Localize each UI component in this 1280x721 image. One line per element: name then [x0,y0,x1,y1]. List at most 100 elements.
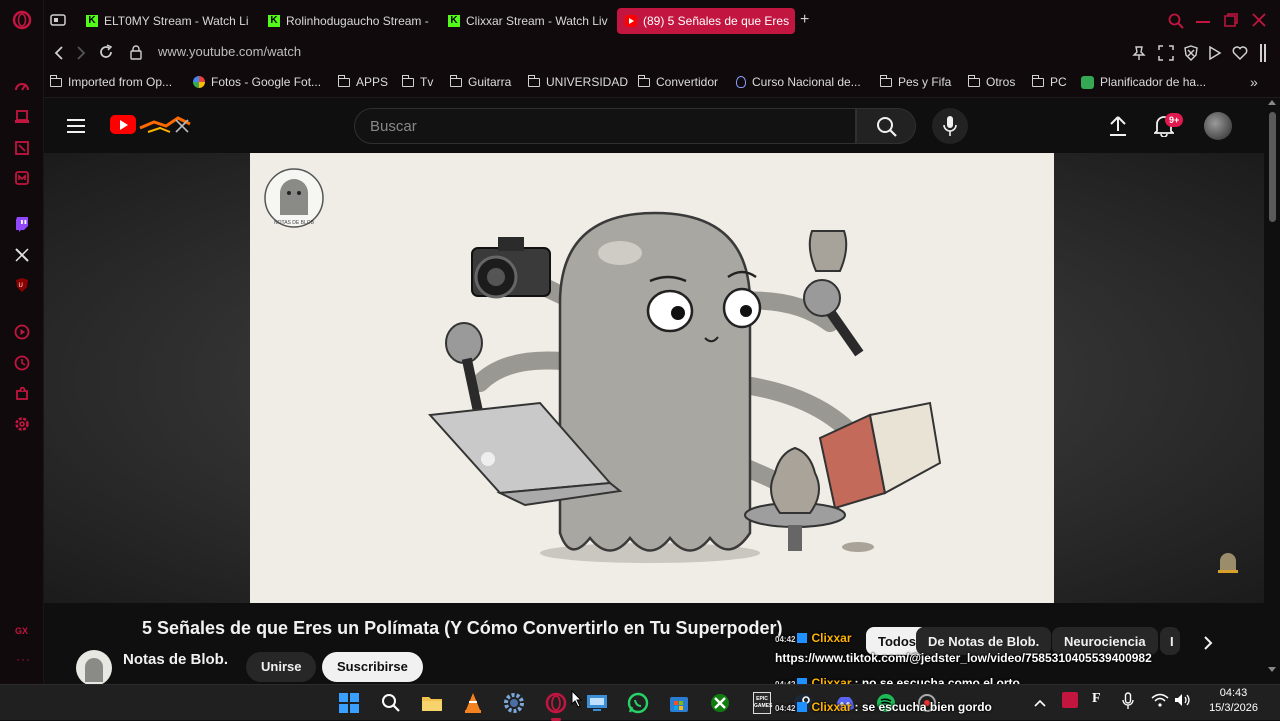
close-window-button[interactable] [1252,13,1266,32]
channel-avatar[interactable] [76,650,112,684]
channel-name[interactable]: Notas de Blob. [123,651,228,668]
tray-f-icon[interactable]: F [1092,691,1101,707]
tray-microphone-icon[interactable] [1122,692,1134,715]
browser-sidebar: U GX ··· [0,0,44,684]
wifi-icon[interactable] [1151,693,1169,712]
folder-icon [638,74,650,87]
subscribe-button[interactable]: Suscribirse [322,652,423,682]
remote-desktop-icon[interactable] [584,690,610,716]
folder-icon [338,74,350,87]
folder-icon [968,74,980,87]
tray-overflow-chevron-icon[interactable] [1034,695,1046,713]
tab-elt0my[interactable]: K ELT0MY Stream - Watch Li [78,8,250,34]
speed-limiter-icon[interactable] [12,76,32,96]
more-icon[interactable]: ··· [16,652,31,666]
opera-gx-taskbar-icon[interactable] [543,690,569,716]
lock-icon[interactable] [130,45,142,65]
bookmark-guitarra[interactable]: Guitarra [450,74,511,89]
settings-icon[interactable] [12,414,32,434]
easy-setup-icon[interactable] [1260,44,1266,62]
youtube-header: Buscar 9+ [44,98,1264,154]
address-bar: www.youtube.com/watch [44,40,1280,68]
page-scrollbar[interactable] [1264,98,1280,684]
chat-badge-icon [797,702,808,712]
folder-icon [450,74,462,87]
kick-icon: K [86,15,98,27]
player-arrow-icon[interactable] [1208,45,1222,65]
bookmark-convertidor[interactable]: Convertidor [638,74,718,89]
bookmark-otros[interactable]: Otros [968,74,1015,89]
maximize-button[interactable] [1224,13,1238,32]
history-icon[interactable] [12,353,32,373]
bookmark-apps[interactable]: APPS [338,74,388,89]
voice-search-button[interactable] [932,108,968,144]
file-explorer-icon[interactable] [419,690,445,716]
join-button[interactable]: Unirse [246,652,317,682]
microsoft-store-icon[interactable] [666,690,692,716]
chips-next-button[interactable] [1196,631,1220,655]
youtube-logo-icon[interactable] [110,115,136,134]
tab-youtube-active[interactable]: (89) 5 Señales de que Eres [617,8,795,34]
minimize-button[interactable] [1196,21,1210,23]
search-input[interactable]: Buscar [354,108,856,144]
epic-games-icon[interactable]: EPIC GAMES [749,690,775,716]
ublock-icon[interactable]: U [12,275,32,295]
new-tab-button[interactable]: + [800,11,809,29]
messenger-icon[interactable] [12,168,32,188]
search-icon [877,117,897,137]
xbox-icon[interactable] [707,690,733,716]
bookmark-curso-nacional[interactable]: Curso Nacional de... [736,75,861,89]
doodle-logo-icon[interactable] [138,114,194,141]
player-icon[interactable] [12,322,32,342]
search-button[interactable] [856,108,916,144]
extensions-icon[interactable] [12,384,32,404]
vlc-icon[interactable] [460,690,486,716]
gx-corner-icon[interactable] [12,107,32,127]
bookmark-universidad[interactable]: UNIVERSIDAD [528,74,628,89]
scroll-down-arrow-icon[interactable] [1268,667,1276,672]
chat-message: 04:42 Clixxar: se escucha bien gordo [775,700,992,714]
system-clock[interactable]: 04:43 15/3/2026 [1209,686,1258,716]
windows-start-icon[interactable] [336,690,362,716]
url-field[interactable]: www.youtube.com/watch [158,44,301,59]
bookmark-tv[interactable]: Tv [402,74,433,89]
video-frame[interactable]: NOTAS DE BLOB [250,153,1054,603]
settings-app-icon[interactable] [501,690,527,716]
chat-message: 04:42 Clixxar [775,631,852,645]
opera-gx-logo-icon[interactable] [12,10,32,30]
tab-clixxar[interactable]: K Clixxar Stream - Watch Liv [440,8,612,34]
chip-next-partial[interactable]: I [1160,627,1180,655]
scroll-up-arrow-icon[interactable] [1268,100,1276,105]
bookmark-planificador[interactable]: Planificador de ha... [1081,75,1206,89]
avatar[interactable] [1204,112,1232,140]
microphone-icon [943,116,957,136]
tab-islands-icon[interactable] [50,12,66,33]
reload-icon[interactable] [98,44,114,65]
snapshot-icon[interactable] [1158,45,1174,66]
back-icon[interactable] [52,45,66,66]
whatsapp-icon[interactable] [625,690,651,716]
twitch-icon[interactable] [12,214,32,234]
search-tabs-icon[interactable] [1168,13,1184,34]
bookmark-pc[interactable]: PC [1032,74,1067,89]
hamburger-menu-icon[interactable] [67,118,85,139]
kick-icon: K [268,15,280,27]
upload-icon[interactable] [1108,115,1128,142]
x-twitter-icon[interactable] [12,245,32,265]
twitch-panel-icon[interactable] [12,138,32,158]
bookmark-pes-fifa[interactable]: Pes y Fifa [880,74,951,89]
google-photos-icon [193,76,205,88]
bookmarks-overflow-icon[interactable]: » [1250,74,1258,90]
adblock-icon[interactable] [1183,45,1199,66]
bookmark-google-photos[interactable]: Fotos - Google Fot... [193,75,321,89]
tab-rolinhodugaucho[interactable]: K Rolinhodugaucho Stream - [260,8,432,34]
volume-icon[interactable] [1174,693,1192,712]
hypebell-icon[interactable] [1216,550,1240,576]
bookmark-imported[interactable]: Imported from Op... [50,74,172,89]
pin-icon[interactable] [1132,45,1146,66]
tray-app-icon[interactable] [1062,692,1078,708]
scroll-thumb[interactable] [1269,112,1276,222]
taskbar-search-icon[interactable] [378,690,404,716]
forward-icon[interactable] [74,45,88,66]
heart-icon[interactable] [1232,45,1248,66]
